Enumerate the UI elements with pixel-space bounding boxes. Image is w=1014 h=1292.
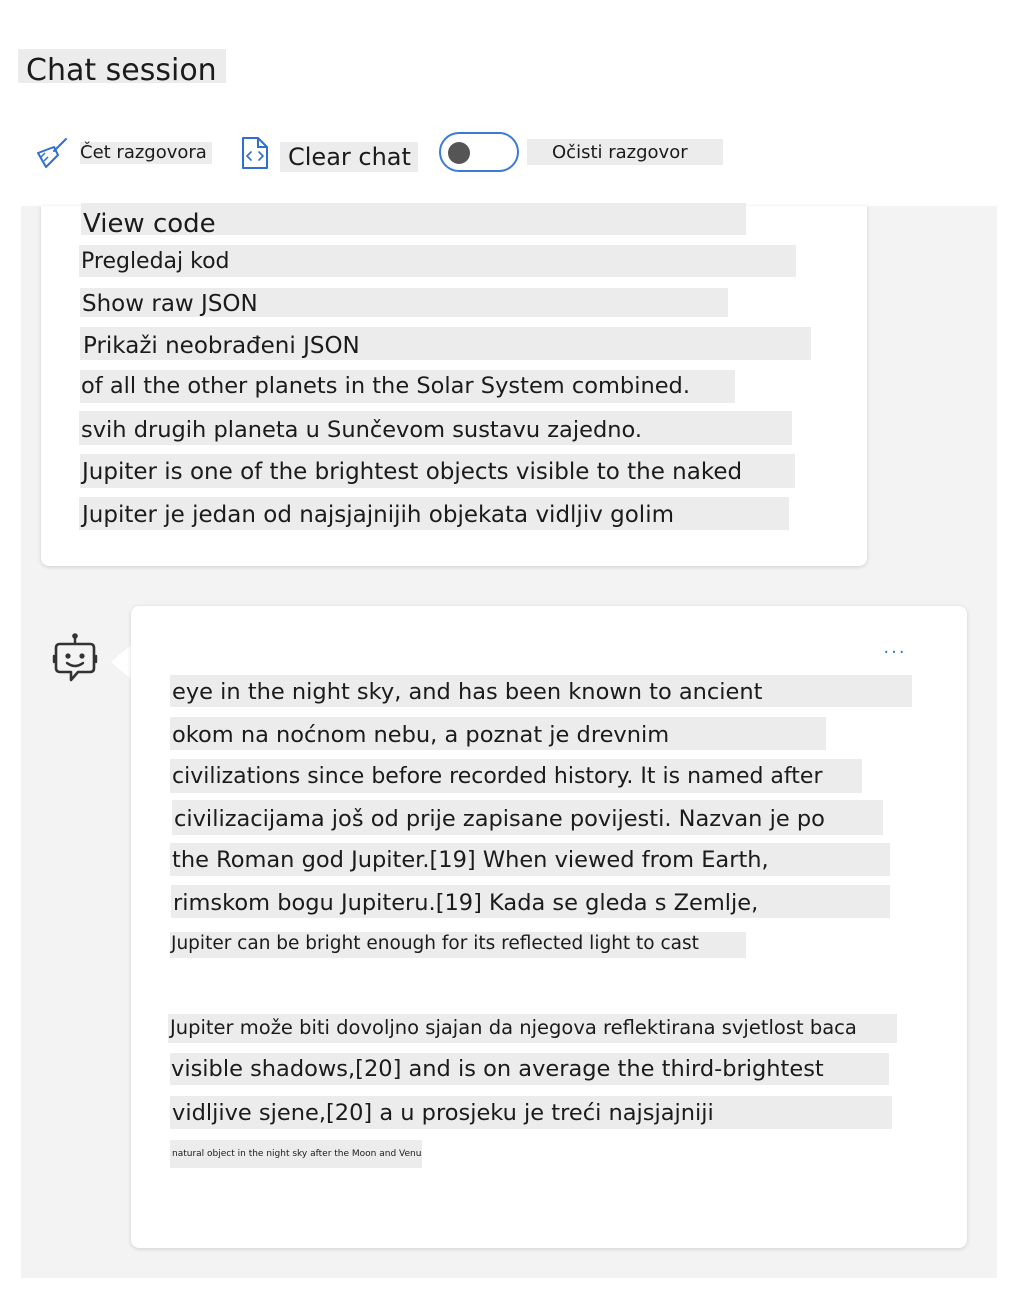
message-line: the Roman god Jupiter.[19] When viewed f…: [170, 843, 890, 876]
message-pointer: [111, 644, 132, 680]
view-code-translation: Pregledaj kod: [79, 245, 796, 277]
message-line: Jupiter can be bright enough for its ref…: [170, 932, 746, 958]
code-file-icon[interactable]: [240, 136, 270, 170]
message-line: okom na noćnom nebu, a poznat je drevnim: [170, 717, 826, 750]
message-line: rimskom bogu Jupiteru.[19] Kada se gleda…: [171, 885, 890, 918]
page-title: Chat session: [18, 49, 226, 88]
more-options-button[interactable]: ...: [878, 636, 912, 660]
view-code-link[interactable]: View code: [81, 203, 746, 235]
clear-chat-button[interactable]: Clear chat: [280, 142, 418, 172]
bot-avatar-icon: [52, 633, 98, 682]
message-line: eye in the night sky, and has been known…: [170, 675, 912, 707]
message-line: civilizacijama još od prije zapisane pov…: [172, 800, 883, 835]
message-line: of all the other planets in the Solar Sy…: [80, 370, 735, 403]
message-line: Jupiter je jedan od najsjajnijih objekat…: [79, 497, 789, 530]
message-line: visible shadows,[20] and is on average t…: [170, 1053, 889, 1085]
message-line: svih drugih planeta u Sunčevom sustavu z…: [79, 411, 792, 445]
message-line: civilizations since before recorded hist…: [170, 759, 862, 793]
clear-chat-toggle[interactable]: [439, 132, 519, 172]
message-line: Jupiter može biti dovoljno sjajan da nje…: [168, 1014, 897, 1043]
broom-icon[interactable]: [36, 136, 70, 170]
message-line: Jupiter is one of the brightest objects …: [80, 454, 795, 488]
message-line: vidljive sjene,[20] a u prosjeku je treć…: [170, 1096, 892, 1129]
chat-label[interactable]: Čet razgovora: [80, 142, 212, 164]
message-line: natural object in the night sky after th…: [170, 1140, 422, 1168]
show-raw-json-link[interactable]: Show raw JSON: [80, 288, 728, 317]
toggle-knob: [448, 142, 470, 164]
show-raw-json-translation: Prikaži neobrađeni JSON: [80, 327, 811, 360]
clear-conversation-label[interactable]: Očisti razgovor: [527, 139, 723, 165]
